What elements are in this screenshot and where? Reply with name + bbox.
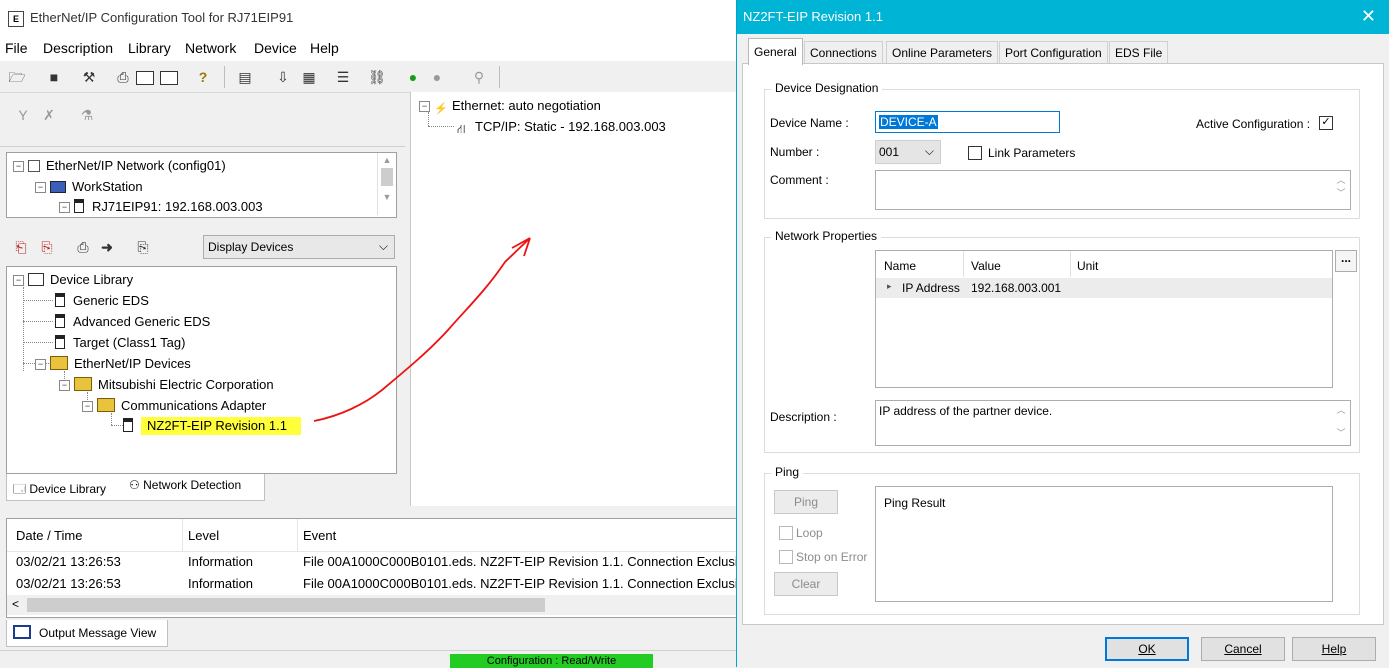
device-designation-legend: Device Designation [771, 81, 883, 95]
checkmark-icon: ✓ [1321, 116, 1331, 128]
ping-group: Ping Ping Loop Stop on Error Clear Ping … [764, 465, 1360, 615]
link-parameters-checkbox[interactable] [968, 146, 982, 160]
scrollbar-thumb[interactable] [27, 598, 545, 612]
device-name-value: DEVICE-A [879, 115, 938, 129]
configuration-status: Configuration : Read/Write [450, 654, 653, 668]
log-header-row: Date / Time Level Event [7, 519, 741, 552]
log-row[interactable]: 03/02/21 13:26:53 Information File 00A10… [7, 574, 741, 594]
device-name-input[interactable]: DEVICE-A [875, 111, 1060, 133]
grid-header-name[interactable]: Name [884, 259, 916, 273]
help-button-label: Help [1321, 642, 1347, 656]
status-bar: Configuration : Read/Write [0, 650, 740, 668]
log-cell-level: Information [188, 576, 254, 591]
ping-result-box: Ping Result [875, 486, 1333, 602]
link-parameters-label: Link Parameters [988, 146, 1076, 160]
active-configuration-checkbox[interactable]: ✓ [1319, 116, 1333, 130]
comment-scrollbar[interactable]: ︿ ﹀ [1334, 173, 1348, 207]
network-properties-group: Network Properties Name Value Unit ▸ IP … [764, 229, 1360, 453]
description-value: IP address of the partner device. [879, 404, 1053, 418]
description-textarea[interactable]: IP address of the partner device. ︿ ﹀ [875, 400, 1351, 446]
row-pointer-icon: ▸ [887, 281, 892, 291]
log-header-event[interactable]: Event [303, 528, 336, 543]
active-configuration-label: Active Configuration : [1196, 117, 1311, 131]
tab-output-message-view[interactable]: Output Message View [6, 620, 168, 647]
network-properties-grid: Name Value Unit ▸ IP Address 192.168.003… [875, 250, 1333, 388]
dialog-title-bar: NZ2FT-EIP Revision 1.1 ✕ [737, 0, 1389, 34]
ok-button[interactable]: OK [1105, 637, 1189, 661]
ok-button-label: OK [1138, 642, 1156, 656]
ip-address-value: 192.168.003.001 [971, 281, 1062, 295]
tab-online-parameters[interactable]: Online Parameters [886, 41, 999, 64]
device-name-label: Device Name : [770, 116, 849, 130]
close-icon[interactable]: ✕ [1361, 6, 1376, 27]
grid-header-unit[interactable]: Unit [1077, 259, 1098, 273]
tab-general[interactable]: General [748, 38, 803, 65]
ping-button[interactable]: Ping [774, 490, 838, 514]
chevron-down-icon: ⌵ [924, 144, 934, 158]
clear-button[interactable]: Clear [774, 572, 838, 596]
loop-label: Loop [796, 526, 823, 540]
stop-on-error-label: Stop on Error [796, 550, 868, 564]
comment-label: Comment : [770, 173, 829, 187]
stop-on-error-checkbox[interactable] [779, 550, 793, 564]
dialog-title: NZ2FT-EIP Revision 1.1 [743, 9, 883, 24]
main-window: E EtherNet/IP Configuration Tool for RJ7… [0, 0, 742, 668]
log-cell-date: 03/02/21 13:26:53 [16, 554, 121, 569]
general-tab-panel: Device Designation Device Name : DEVICE-… [742, 63, 1384, 625]
log-header-date[interactable]: Date / Time [16, 528, 82, 543]
description-label: Description : [770, 410, 837, 424]
tab-port-configuration[interactable]: Port Configuration [999, 41, 1108, 64]
output-tab-label: Output Message View [39, 626, 157, 640]
log-cell-event: File 00A1000C000B0101.eds. NZ2FT-EIP Rev… [303, 576, 738, 591]
ping-legend: Ping [771, 465, 804, 479]
output-log-panel: Date / Time Level Event 03/02/21 13:26:5… [6, 518, 742, 618]
device-properties-dialog: NZ2FT-EIP Revision 1.1 ✕ General Connect… [736, 0, 1389, 667]
tab-connections[interactable]: Connections [804, 41, 883, 64]
description-scrollbar[interactable]: ︿ ﹀ [1334, 403, 1348, 443]
log-cell-level: Information [188, 554, 254, 569]
tab-eds-file[interactable]: EDS File [1109, 41, 1169, 64]
loop-checkbox[interactable] [779, 526, 793, 540]
cancel-button-label: Cancel [1224, 642, 1262, 656]
log-header-level[interactable]: Level [188, 528, 219, 543]
output-window-icon [13, 625, 31, 639]
log-cell-event: File 00A1000C000B0101.eds. NZ2FT-EIP Rev… [303, 554, 738, 569]
cancel-button[interactable]: Cancel [1201, 637, 1285, 661]
network-properties-legend: Network Properties [771, 229, 882, 243]
more-button[interactable]: ... [1335, 250, 1357, 272]
device-designation-group: Device Designation Device Name : DEVICE-… [764, 81, 1360, 219]
log-row[interactable]: 03/02/21 13:26:53 Information File 00A10… [7, 552, 741, 572]
grid-row-ip-address[interactable]: ▸ IP Address 192.168.003.001 [876, 278, 1332, 298]
number-label: Number : [770, 145, 820, 159]
comment-textarea[interactable]: ︿ ﹀ [875, 170, 1351, 210]
log-horizontal-scrollbar[interactable]: < [7, 595, 741, 615]
ip-address-name: IP Address [902, 281, 960, 295]
ping-result-label: Ping Result [884, 496, 946, 510]
help-button[interactable]: Help [1292, 637, 1376, 661]
log-cell-date: 03/02/21 13:26:53 [16, 576, 121, 591]
grid-header-value[interactable]: Value [971, 259, 1001, 273]
scroll-left-icon[interactable]: < [12, 597, 19, 611]
number-select[interactable]: 001 ⌵ [875, 140, 941, 164]
number-value: 001 [879, 145, 900, 159]
